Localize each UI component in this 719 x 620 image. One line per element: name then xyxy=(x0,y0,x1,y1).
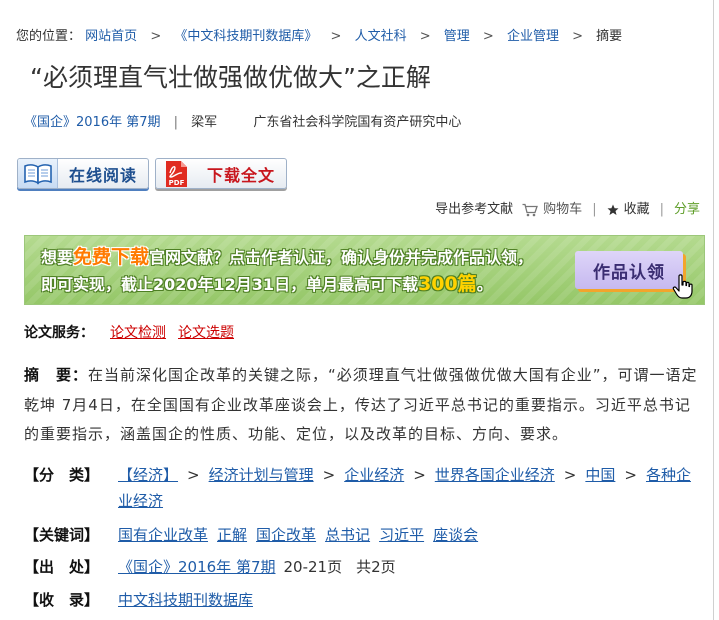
source-info: 《国企》2016年 第7期 20-21页 共2页 xyxy=(118,554,702,580)
indexed-label: 【收 录】 xyxy=(24,591,100,609)
article-meta: 《国企》2016年 第7期 | 梁军 广东省社会科学院国有资产研究中心 xyxy=(24,114,461,132)
abstract-label: 摘 要： xyxy=(24,366,89,384)
banner-line-1: 想要免费下载官网文献？点击作者认证，确认身份并完成作品认领， xyxy=(41,244,533,271)
banner-highlight-count: 300篇 xyxy=(418,273,477,295)
keyword-link[interactable]: 国企改革 xyxy=(256,526,316,544)
abstract: 摘 要：在当前深化国企改革的关键之际，“必须理直气壮做强做优做大国有企业”，可谓… xyxy=(24,361,704,450)
article-toolbar: 导出参考文献 购物车 | 收藏 | 分享 xyxy=(435,201,700,219)
category-separator: > xyxy=(187,466,200,484)
keyword-link[interactable]: 总书记 xyxy=(325,526,370,544)
keyword-link[interactable]: 座谈会 xyxy=(433,526,478,544)
export-citation-link[interactable]: 导出参考文献 xyxy=(435,201,513,219)
banner-highlight-free-download: 免费下载 xyxy=(73,246,150,268)
pdf-icon: PDF xyxy=(156,159,196,188)
read-online-button[interactable]: 在线阅读 xyxy=(17,158,149,189)
banner-text: 。 xyxy=(476,275,493,294)
keywords-row: 【关键词】 国有企业改革 正解 国企改革 总书记 习近平 座谈会 xyxy=(24,522,704,548)
author-claim-banner[interactable]: 想要免费下载官网文献？点击作者认证，确认身份并完成作品认领， 即可实现，截止20… xyxy=(24,235,705,305)
meta-separator: | xyxy=(173,115,179,130)
toolbar-separator: | xyxy=(592,202,597,217)
category-label: 【分 类】 xyxy=(24,466,100,484)
breadcrumb: 您的位置： 网站首页 > 《中文科技期刊数据库》 > 人文社科 > 管理 > 企… xyxy=(16,28,622,46)
plagiarism-check-link[interactable]: 论文检测 xyxy=(110,325,166,341)
author-name[interactable]: 梁军 xyxy=(191,115,217,130)
indexed-info: 中文科技期刊数据库 xyxy=(118,587,702,613)
book-icon xyxy=(18,159,58,188)
breadcrumb-home-link[interactable]: 网站首页 xyxy=(85,29,137,44)
breadcrumb-management-link[interactable]: 管理 xyxy=(444,29,470,44)
keyword-link[interactable]: 国有企业改革 xyxy=(118,526,208,544)
keywords-list: 国有企业改革 正解 国企改革 总书记 习近平 座谈会 xyxy=(118,522,702,548)
indexed-database-link[interactable]: 中文科技期刊数据库 xyxy=(118,591,253,609)
paper-services: 论文服务： 论文检测 论文选题 xyxy=(24,323,234,343)
category-separator: > xyxy=(563,466,577,484)
breadcrumb-current: 摘要 xyxy=(596,29,623,44)
hand-pointer-icon xyxy=(672,274,693,299)
article-page: 您的位置： 网站首页 > 《中文科技期刊数据库》 > 人文社科 > 管理 > 企… xyxy=(0,0,719,620)
pdf-badge-text: PDF xyxy=(169,179,185,187)
category-separator: > xyxy=(413,466,426,484)
right-border xyxy=(713,0,714,620)
breadcrumb-database-link[interactable]: 《中文科技期刊数据库》 xyxy=(174,29,317,44)
banner-line-2: 即可实现，截止2020年12月31日，单月最高可下载300篇。 xyxy=(41,271,493,298)
source-pages: 20-21页 xyxy=(283,558,343,576)
source-row: 【出 处】 《国企》2016年 第7期 20-21页 共2页 xyxy=(24,554,704,580)
source-journal-link[interactable]: 《国企》2016年 第7期 xyxy=(118,558,276,576)
cart-icon xyxy=(522,203,539,217)
source-label: 【出 处】 xyxy=(24,558,100,576)
abstract-text: 在当前深化国企改革的关键之际，“必须理直气壮做强做优做大国有企业”，可谓一语定乾… xyxy=(24,366,698,443)
category-link[interactable]: 中国 xyxy=(585,466,615,484)
breadcrumb-separator: > xyxy=(482,29,494,44)
topic-selection-link[interactable]: 论文选题 xyxy=(178,325,234,341)
category-link[interactable]: 【经济】 xyxy=(118,466,178,484)
star-icon xyxy=(607,204,619,215)
read-online-label: 在线阅读 xyxy=(68,165,137,185)
category-link[interactable]: 企业经济 xyxy=(344,466,404,484)
breadcrumb-prefix: 您的位置： xyxy=(16,29,82,44)
breadcrumb-humanities-link[interactable]: 人文社科 xyxy=(355,29,407,44)
breadcrumb-separator: > xyxy=(330,29,342,44)
share-link[interactable]: 分享 xyxy=(674,201,700,219)
favorite-button[interactable]: 收藏 xyxy=(607,201,650,219)
journal-issue-link[interactable]: 《国企》2016年 第7期 xyxy=(24,115,161,130)
favorite-label: 收藏 xyxy=(623,202,650,217)
breadcrumb-separator: > xyxy=(419,29,431,44)
paper-services-label: 论文服务： xyxy=(24,325,94,341)
breadcrumb-enterprise-management-link[interactable]: 企业管理 xyxy=(507,29,559,44)
download-fulltext-label: 下载全文 xyxy=(206,165,275,185)
download-fulltext-button[interactable]: PDF 下载全文 xyxy=(155,158,287,189)
cart-button[interactable]: 购物车 xyxy=(522,201,582,219)
keyword-link[interactable]: 习近平 xyxy=(379,526,424,544)
cart-label: 购物车 xyxy=(543,202,583,217)
banner-text: 即可实现，截止2020年12月31日，单月最高可下载 xyxy=(41,275,419,294)
source-page-count: 共2页 xyxy=(356,558,396,576)
keywords-label: 【关键词】 xyxy=(24,526,100,544)
author-organization: 广东省社会科学院国有资产研究中心 xyxy=(253,115,462,130)
breadcrumb-separator: > xyxy=(572,29,584,44)
breadcrumb-separator: > xyxy=(150,29,162,44)
category-link[interactable]: 世界各国企业经济 xyxy=(435,466,555,484)
keyword-link[interactable]: 正解 xyxy=(217,526,247,544)
category-link[interactable]: 经济计划与管理 xyxy=(209,466,314,484)
banner-text: 官网文献？点击作者认证，确认身份并完成作品认领， xyxy=(149,248,534,267)
banner-text: 想要 xyxy=(41,248,74,267)
indexed-row: 【收 录】 中文科技期刊数据库 xyxy=(24,587,704,613)
category-row: 【分 类】 【经济】 > 经济计划与管理 > 企业经济 > 世界各国企业经济 > 中国 > 各种企业… xyxy=(24,462,704,514)
toolbar-separator: | xyxy=(659,202,664,217)
category-separator: > xyxy=(624,466,637,484)
claim-work-button[interactable]: 作品认领 xyxy=(575,251,683,289)
category-path: 【经济】 > 经济计划与管理 > 企业经济 > 世界各国企业经济 > 中国 > 各种企业经济 xyxy=(118,462,702,514)
category-separator: > xyxy=(322,466,336,484)
article-title: “必须理直气壮做强做优做大”之正解 xyxy=(30,63,431,92)
